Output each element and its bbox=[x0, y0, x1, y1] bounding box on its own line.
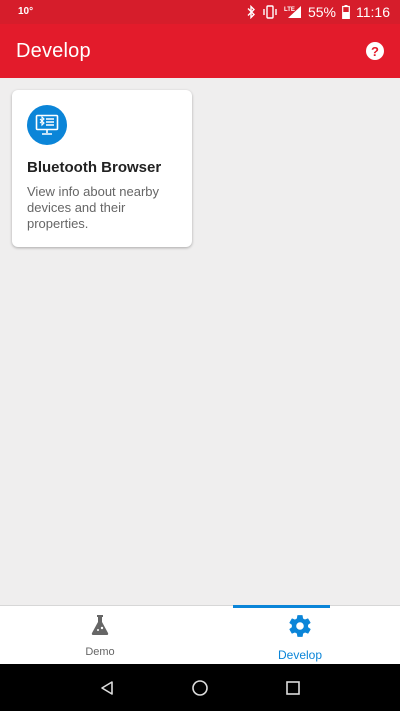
clock: 11:16 bbox=[356, 4, 390, 20]
app-screen: 10° LTE 55% 11:16 Develop ? Bluetooth Br… bbox=[0, 0, 400, 711]
back-button[interactable] bbox=[87, 668, 127, 708]
bluetooth-browser-card[interactable]: Bluetooth Browser View info about nearby… bbox=[12, 90, 192, 247]
app-bar: Develop ? bbox=[0, 24, 400, 78]
battery-icon bbox=[342, 5, 350, 19]
card-title: Bluetooth Browser bbox=[27, 159, 162, 176]
status-left-text: 10° bbox=[18, 5, 34, 17]
status-bar: 10° LTE 55% 11:16 bbox=[0, 0, 400, 24]
back-icon bbox=[100, 680, 113, 695]
page-title: Develop bbox=[16, 39, 91, 62]
system-nav-bar bbox=[0, 664, 400, 711]
nav-item-develop[interactable]: Develop bbox=[200, 605, 400, 664]
card-description: View info about nearby devices and their… bbox=[27, 184, 160, 231]
flask-icon bbox=[88, 613, 112, 642]
bluetooth-icon bbox=[246, 5, 256, 19]
nav-label-develop: Develop bbox=[277, 648, 323, 662]
gear-icon bbox=[287, 613, 313, 644]
nav-label-demo: Demo bbox=[85, 646, 115, 658]
battery-percent: 55% bbox=[307, 4, 336, 20]
content-area: Bluetooth Browser View info about nearby… bbox=[0, 78, 400, 605]
signal-icon: LTE bbox=[284, 5, 302, 19]
network-type-label: LTE bbox=[284, 7, 295, 13]
help-icon: ? bbox=[371, 43, 379, 59]
bottom-nav: Demo Develop bbox=[0, 605, 400, 664]
nav-item-demo[interactable]: Demo bbox=[0, 606, 200, 664]
vibrate-icon bbox=[262, 5, 278, 19]
status-icons: LTE 55% 11:16 bbox=[246, 4, 390, 20]
home-icon bbox=[192, 679, 208, 696]
home-button[interactable] bbox=[180, 668, 220, 708]
recents-button[interactable] bbox=[273, 668, 313, 708]
bluetooth-browser-icon bbox=[27, 105, 67, 145]
recents-icon bbox=[286, 680, 301, 695]
help-button[interactable]: ? bbox=[366, 42, 384, 60]
